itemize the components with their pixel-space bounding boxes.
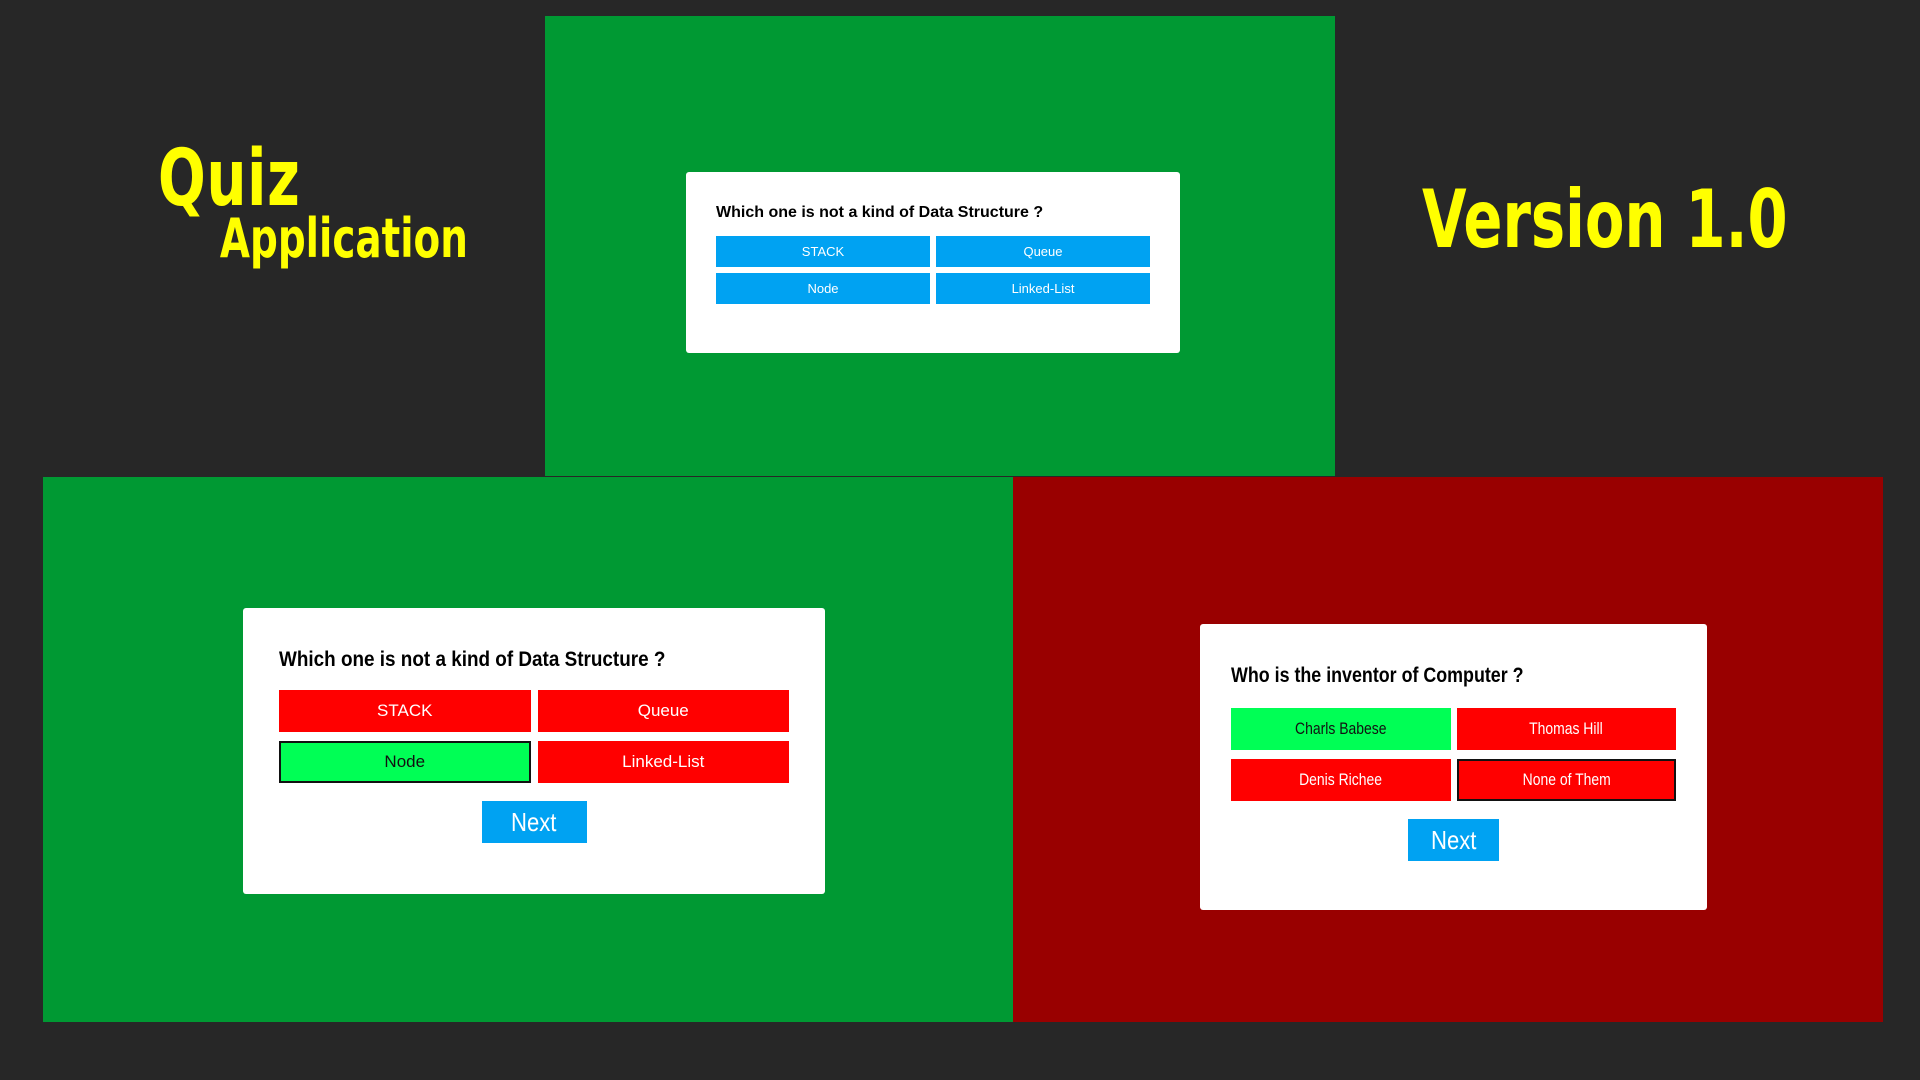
- answer-label: Node: [807, 281, 839, 296]
- answer-label: Charls Babese: [1295, 719, 1387, 738]
- quiz-screen-initial: Which one is not a kind of Data Structur…: [545, 16, 1335, 476]
- next-button[interactable]: Next: [481, 801, 587, 843]
- answer-label: Linked-List: [1011, 281, 1075, 296]
- app-title: Quiz Application: [158, 140, 468, 266]
- next-row: Next: [279, 801, 789, 843]
- answer-label: Queue: [1023, 244, 1063, 259]
- next-label: Next: [511, 806, 557, 837]
- answer-button-linked-list[interactable]: Linked-List: [936, 273, 1150, 304]
- app-title-line2: Application: [219, 207, 468, 270]
- quiz-screen-wrong: Who is the inventor of Computer ? Charls…: [1013, 477, 1883, 1022]
- quiz-screen-correct: Which one is not a kind of Data Structur…: [43, 477, 1013, 1022]
- answer-options: STACK Queue Node Linked-List: [279, 690, 789, 783]
- answer-label: Linked-List: [622, 752, 705, 771]
- next-label: Next: [1430, 824, 1477, 855]
- question-card: Which one is not a kind of Data Structur…: [686, 172, 1180, 353]
- answer-options: Charls Babese Thomas Hill Denis Richee N…: [1231, 708, 1676, 801]
- question-text: Which one is not a kind of Data Structur…: [279, 648, 666, 671]
- question-card: Who is the inventor of Computer ? Charls…: [1200, 624, 1707, 910]
- answer-button-stack[interactable]: STACK: [279, 690, 531, 732]
- next-row: Next: [1231, 819, 1676, 861]
- answer-label: Queue: [637, 701, 689, 720]
- answer-button-node[interactable]: Node: [279, 741, 531, 783]
- answer-label: Thomas Hill: [1529, 719, 1604, 738]
- next-button[interactable]: Next: [1408, 819, 1499, 861]
- answer-label: Denis Richee: [1299, 770, 1383, 789]
- promo-canvas: Quiz Application Version 1.0 Which one i…: [0, 0, 1920, 1080]
- answer-button-none-of-them[interactable]: None of Them: [1456, 759, 1676, 801]
- question-card: Which one is not a kind of Data Structur…: [243, 608, 825, 894]
- question-text: Who is the inventor of Computer ?: [1231, 664, 1524, 687]
- answer-button-charls-babese[interactable]: Charls Babese: [1231, 708, 1451, 750]
- answer-button-thomas-hill[interactable]: Thomas Hill: [1456, 708, 1676, 750]
- answer-options: STACK Queue Node Linked-List: [716, 236, 1150, 304]
- answer-label: STACK: [801, 244, 845, 259]
- answer-label: None of Them: [1522, 770, 1611, 789]
- answer-button-node[interactable]: Node: [716, 273, 930, 304]
- answer-button-linked-list[interactable]: Linked-List: [537, 741, 789, 783]
- answer-button-denis-richee[interactable]: Denis Richee: [1231, 759, 1451, 801]
- answer-label: STACK: [377, 701, 433, 720]
- answer-button-queue[interactable]: Queue: [936, 236, 1150, 267]
- answer-label: Node: [384, 752, 426, 771]
- version-title: Version 1.0: [1422, 173, 1788, 266]
- question-text: Which one is not a kind of Data Structur…: [716, 204, 1044, 221]
- answer-button-queue[interactable]: Queue: [537, 690, 789, 732]
- answer-button-stack[interactable]: STACK: [716, 236, 930, 267]
